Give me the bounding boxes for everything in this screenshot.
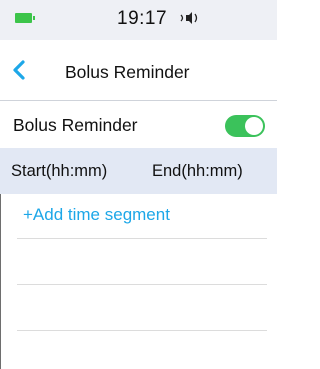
end-column-header: End(hh:mm) — [152, 162, 243, 180]
back-button[interactable] — [10, 58, 30, 82]
list-divider — [17, 330, 267, 331]
chevron-left-icon — [13, 60, 25, 80]
page-title: Bolus Reminder — [65, 62, 190, 82]
status-time: 19:17 — [117, 8, 168, 29]
start-column-header: Start(hh:mm) — [11, 162, 108, 180]
toggle-knob — [245, 117, 263, 135]
bolus-reminder-label: Bolus Reminder — [13, 115, 138, 135]
bolus-reminder-toggle[interactable] — [225, 115, 265, 137]
speaker-icon — [179, 9, 201, 27]
add-time-segment-button[interactable]: +Add time segment — [23, 205, 170, 225]
header-bar: Bolus Reminder — [0, 40, 277, 101]
bolus-reminder-row: Bolus Reminder — [0, 101, 277, 148]
battery-icon — [15, 13, 35, 23]
time-segment-header: Start(hh:mm) End(hh:mm) — [0, 148, 277, 194]
list-divider — [17, 284, 267, 285]
list-divider — [17, 238, 267, 239]
status-bar: 19:17 — [0, 0, 277, 40]
